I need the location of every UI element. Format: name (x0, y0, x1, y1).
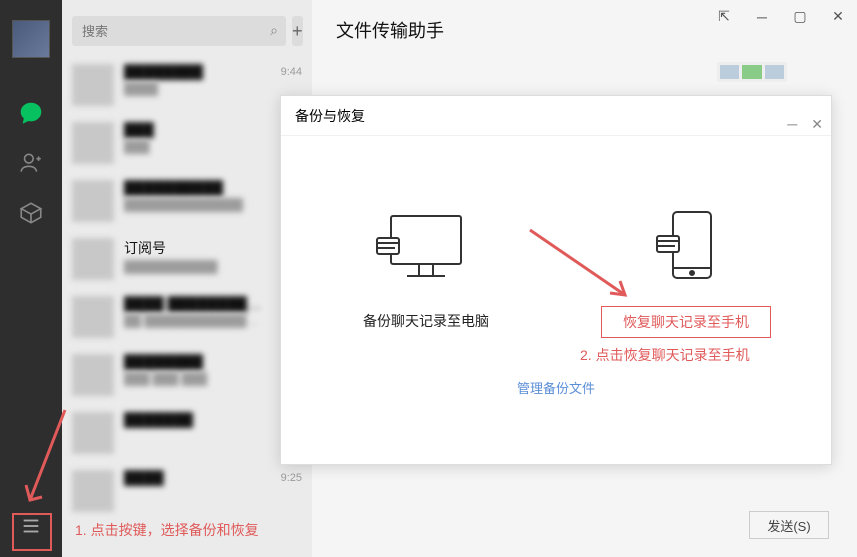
backup-option[interactable]: 备份聊天记录至电脑 (336, 208, 516, 336)
chat-list-item[interactable]: 订阅号 ███████████ (62, 230, 312, 288)
chat-avatar (72, 412, 114, 454)
chat-avatar (72, 296, 114, 338)
search-icon: ⌕ (270, 22, 278, 39)
chat-preview: ███████████ (124, 260, 294, 274)
chat-list-item[interactable]: ████████ 9:44 ████ (62, 56, 312, 114)
chat-time: 9:44 (281, 66, 302, 78)
contacts-icon[interactable] (16, 148, 46, 178)
chat-list-panel: ⌕ + ████████ 9:44 ████ ███ ███ █████████… (62, 0, 312, 557)
chat-list-item[interactable]: ███████ 9:41 (62, 404, 312, 462)
annotation-step1: 1. 点击按键，选择备份和恢复 (75, 520, 259, 540)
chat-name: 订阅号 (124, 238, 166, 258)
add-button[interactable]: + (292, 16, 303, 46)
chat-list-item[interactable]: ██████████ ██████████████ (62, 172, 312, 230)
computer-icon (371, 208, 481, 288)
chat-title: 文件传输助手 (336, 17, 444, 43)
chat-preview: ██:████████████… (124, 314, 294, 328)
box-icon[interactable] (16, 198, 46, 228)
chat-avatar (72, 354, 114, 396)
chat-list-item[interactable]: ████████ ███:███ ███ (62, 346, 312, 404)
chat-preview: ██████████████ (124, 198, 294, 212)
chat-avatar (72, 238, 114, 280)
chat-avatar (72, 64, 114, 106)
chat-icon[interactable] (16, 98, 46, 128)
pin-icon[interactable]: ⇱ (715, 8, 733, 25)
backup-label: 备份聊天记录至电脑 (341, 306, 511, 336)
send-button[interactable]: 发送(S) (749, 511, 829, 539)
chat-avatar (72, 470, 114, 512)
chat-list-item[interactable]: ████ 9:25 (62, 462, 312, 520)
chat-list-item[interactable]: ████ ████████… ██:████████████… (62, 288, 312, 346)
chat-preview: ███:███ ███ (124, 372, 294, 386)
phone-icon (631, 208, 741, 288)
chat-avatar (72, 180, 114, 222)
annotation-arrow-1 (20, 405, 70, 520)
annotation-step2: 2. 点击恢复聊天记录至手机 (580, 345, 750, 365)
chat-preview: ████ (124, 82, 294, 96)
dialog-minimize-icon[interactable]: ─ (787, 104, 797, 144)
dialog-close-icon[interactable]: ✕ (811, 104, 823, 144)
manage-backup-link[interactable]: 管理备份文件 (517, 378, 595, 397)
chat-time: 9:25 (281, 472, 302, 484)
chat-name: ███████ (124, 412, 193, 428)
close-icon[interactable]: ✕ (829, 8, 847, 25)
chat-avatar (72, 122, 114, 164)
chat-name: ██████████ (124, 180, 223, 196)
chat-name: ████ ████████… (124, 296, 261, 312)
chat-name: ████ (124, 470, 164, 486)
chat-name: ████████ (124, 64, 203, 80)
maximize-icon[interactable]: ▢ (791, 8, 809, 25)
chat-list-item[interactable]: ███ ███ (62, 114, 312, 172)
search-input[interactable] (72, 16, 286, 46)
annotation-arrow-2 (525, 225, 645, 330)
chat-name: ████████ (124, 354, 203, 370)
user-avatar[interactable] (12, 20, 50, 58)
message-thumb (717, 62, 787, 82)
chat-name: ███ (124, 122, 154, 138)
minimize-icon[interactable]: ─ (753, 8, 771, 25)
annotation-box-menu (12, 513, 52, 551)
chat-preview: ███ (124, 140, 294, 154)
dialog-title: 备份与恢复 (295, 108, 365, 124)
